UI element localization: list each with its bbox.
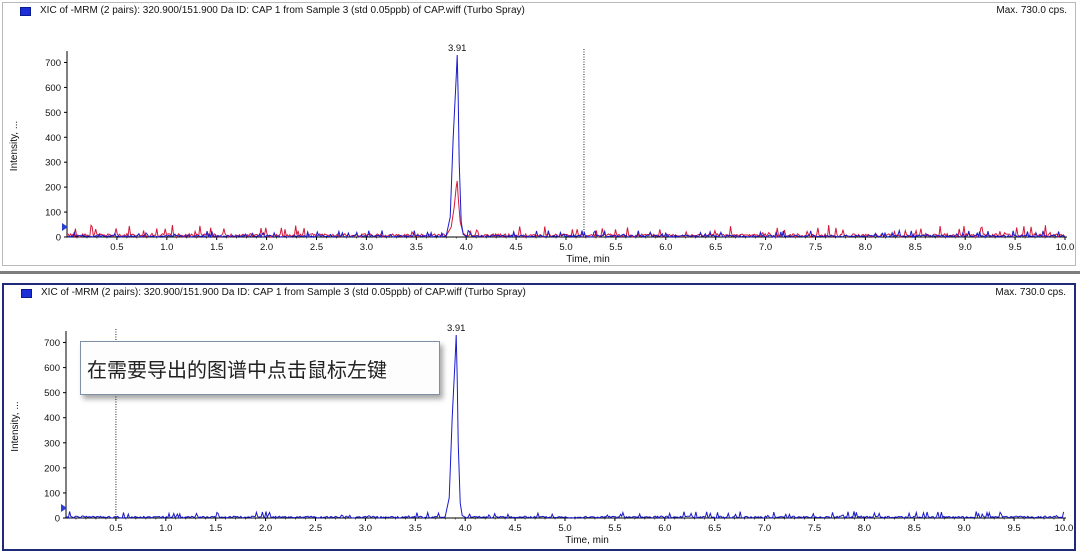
y-tick-label: 700 (45, 58, 61, 69)
x-tick-label: 4.5 (509, 242, 522, 253)
x-tick-label: 0.5 (109, 523, 122, 534)
y-tick-label: 400 (44, 413, 60, 424)
x-tick-label: 2.0 (260, 242, 273, 253)
x-tick-label: 3.0 (360, 242, 373, 253)
x-tick-label: 0.5 (110, 242, 123, 253)
x-tick-label: 2.0 (259, 523, 272, 534)
y-tick-label: 0 (55, 514, 60, 525)
x-tick-label: 3.5 (409, 523, 422, 534)
peak-label: 3.91 (447, 323, 466, 334)
x-tick-label: 7.0 (759, 242, 772, 253)
x-tick-label: 7.0 (758, 523, 771, 534)
y-tick-label: 300 (44, 438, 60, 449)
y-tick-label: 300 (45, 158, 61, 169)
y-tick-label: 0 (56, 233, 61, 244)
x-tick-label: 9.0 (958, 523, 971, 534)
x-tick-label: 6.5 (708, 523, 721, 534)
x-tick-label: 5.5 (608, 523, 621, 534)
y-tick-label: 600 (45, 83, 61, 94)
x-tick-label: 1.0 (159, 523, 172, 534)
x-axis-label: Time, min (565, 535, 609, 546)
x-tick-label: 3.0 (359, 523, 372, 534)
x-tick-label: 4.0 (459, 523, 472, 534)
y-tick-label: 200 (45, 183, 61, 194)
x-axis-label: Time, min (566, 254, 610, 265)
x-tick-label: 5.5 (609, 242, 622, 253)
x-tick-label: 4.0 (460, 242, 473, 253)
series-line-blue (66, 54, 1065, 239)
y-tick-label: 700 (44, 338, 60, 349)
x-tick-label: 5.0 (558, 523, 571, 534)
x-tick-label: 3.5 (410, 242, 423, 253)
chromatogram-panel-top[interactable]: XIC of -MRM (2 pairs): 320.900/151.900 D… (2, 2, 1076, 266)
instruction-callout: 在需要导出的图谱中点击鼠标左键 (80, 341, 440, 395)
y-tick-label: 100 (45, 208, 61, 219)
x-tick-label: 10.0 (1056, 242, 1075, 253)
panel-separator[interactable] (0, 271, 1080, 274)
x-tick-label: 1.0 (160, 242, 173, 253)
x-tick-label: 4.5 (508, 523, 521, 534)
x-tick-label: 8.5 (909, 242, 922, 253)
y-tick-label: 500 (45, 108, 61, 119)
chromatogram-panel-bottom[interactable]: XIC of -MRM (2 pairs): 320.900/151.900 D… (2, 283, 1076, 551)
y-tick-label: 600 (44, 363, 60, 374)
chromatogram-plot[interactable]: 0 100 200 300 400 500 600 700 0.5 1.0 1.5 2.0 2.5 3.0… (4, 285, 1074, 549)
x-tick-label: 1.5 (210, 242, 223, 253)
x-tick-label: 9.0 (959, 242, 972, 253)
y-axis-label: Intensity, ... (10, 401, 21, 451)
x-tick-label: 6.0 (658, 523, 671, 534)
x-tick-label: 2.5 (309, 523, 322, 534)
x-tick-label: 8.0 (859, 242, 872, 253)
peak-label: 3.91 (448, 43, 467, 54)
x-tick-label: 9.5 (1007, 523, 1020, 534)
x-tick-label: 5.0 (559, 242, 572, 253)
series-line-red (66, 180, 1066, 239)
x-tick-label: 6.0 (659, 242, 672, 253)
x-tick-label: 1.5 (209, 523, 222, 534)
x-tick-label: 7.5 (809, 242, 822, 253)
x-tick-label: 6.5 (709, 242, 722, 253)
y-axis-label: Intensity, ... (9, 121, 20, 171)
y-tick-label: 100 (44, 488, 60, 499)
x-tick-label: 8.0 (858, 523, 871, 534)
x-tick-label: 2.5 (310, 242, 323, 253)
y-tick-label: 200 (44, 463, 60, 474)
y-tick-label: 400 (45, 133, 61, 144)
x-tick-label: 7.5 (808, 523, 821, 534)
y-tick-label: 500 (44, 388, 60, 399)
x-tick-label: 10.0 (1055, 523, 1074, 534)
x-tick-label: 8.5 (908, 523, 921, 534)
chromatogram-plot[interactable]: 0 100 200 300 400 500 600 700 0.5 1.0 1.5 2.0 2.5 3.0… (3, 3, 1077, 267)
x-tick-label: 9.5 (1008, 242, 1021, 253)
